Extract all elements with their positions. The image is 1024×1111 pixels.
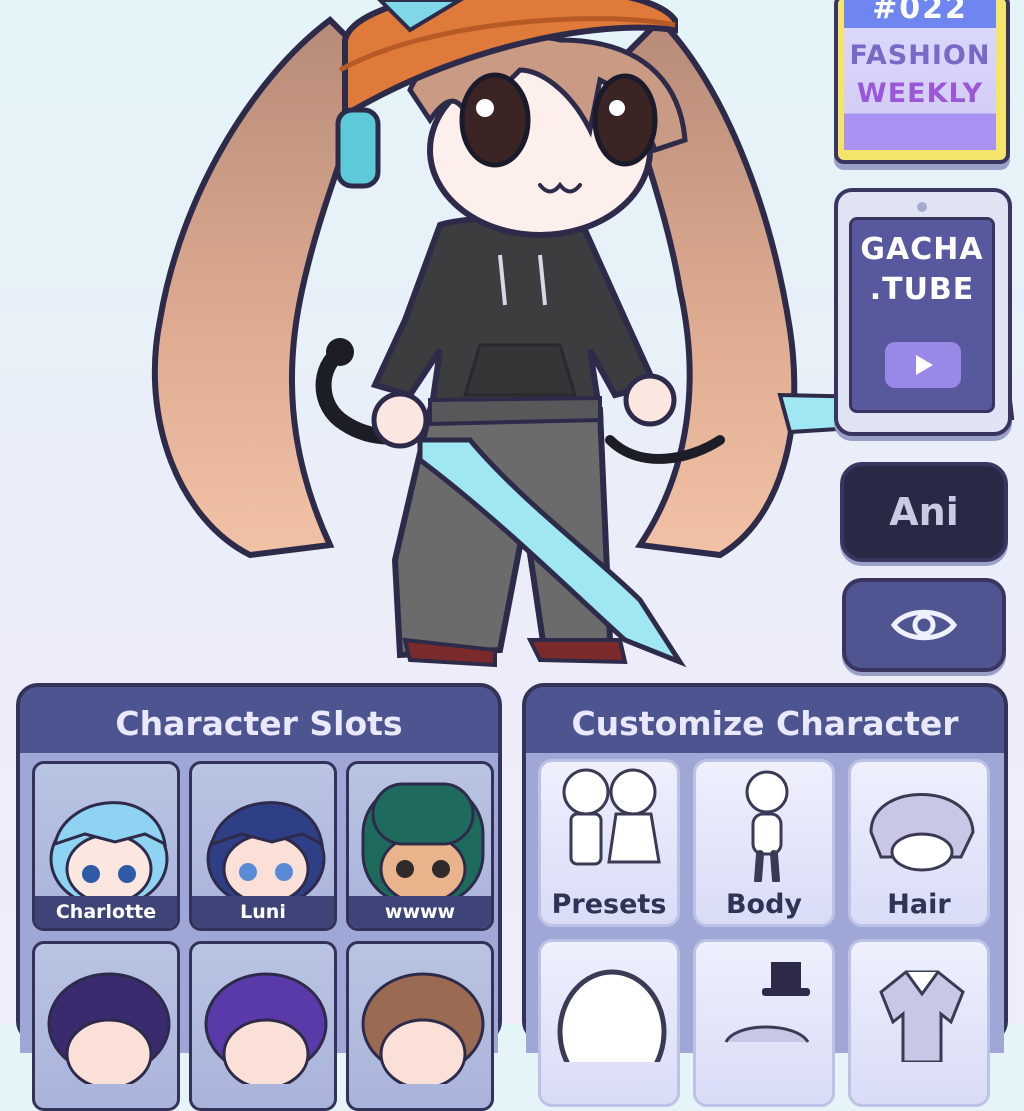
customize-grid: Presets Body Hair [526,753,1004,1107]
presets-icon [562,768,661,866]
customize-character-panel: Customize Character Presets Body Hair [522,683,1008,1107]
gacha-tube-button[interactable]: GACHA .TUBE [834,188,1012,436]
character-slot-3[interactable]: wwww [346,761,494,931]
accessories-button[interactable] [693,939,835,1107]
hair-label: Hair [887,889,951,920]
character-slot-5[interactable] [189,941,337,1111]
presets-label: Presets [551,889,667,920]
character-slot-6[interactable] [346,941,494,1111]
presets-button[interactable]: Presets [538,759,680,927]
magazine-line2: WEEKLY [856,78,984,109]
clothes-icon [879,970,965,1064]
character-slots-title: Character Slots [20,687,498,757]
slot-name: wwww [349,896,491,928]
character-slot-1[interactable]: Charlotte [32,761,180,931]
magazine-cover: FASHION WEEKLY [844,28,996,150]
character-slot-4[interactable] [32,941,180,1111]
clothes-button[interactable] [848,939,990,1107]
phone-screen: GACHA .TUBE [849,217,995,413]
slot-avatar [49,801,169,909]
slot-name: Luni [192,896,334,928]
body-icon [745,770,789,884]
face-icon [557,969,667,1095]
hair-icon [869,793,975,872]
customize-character-title: Customize Character [526,687,1004,757]
slot-name: Charlotte [35,896,177,928]
toggle-visibility-button[interactable] [842,578,1006,672]
face-button[interactable] [538,939,680,1107]
tube-line2: .TUBE [869,272,975,307]
character-slots-panel: Character Slots Charlotte Luni wwww [16,683,502,1111]
phone-camera [917,202,927,212]
magazine-line1: FASHION [849,40,991,71]
tube-line1: GACHA [860,232,984,267]
eye-icon [891,609,957,641]
slot-avatar [204,972,328,1090]
play-icon [885,342,961,388]
slot-avatar [47,972,171,1090]
body-button[interactable]: Body [693,759,835,927]
slot-avatar [361,782,485,906]
ani-button[interactable]: Ani [840,462,1008,562]
character-slots-grid: Charlotte Luni wwww [20,753,498,1111]
hair-left-pigtail [151,16,374,559]
accessories-icon [724,962,810,1043]
slot-avatar [206,801,326,909]
fashion-weekly-button[interactable]: #022 FASHION WEEKLY [834,0,1010,164]
hair-button[interactable]: Hair [848,759,990,927]
slot-avatar [361,972,485,1090]
body-label: Body [725,889,803,920]
character-slot-2[interactable]: Luni [189,761,337,931]
magazine-issue: #022 [844,0,996,28]
